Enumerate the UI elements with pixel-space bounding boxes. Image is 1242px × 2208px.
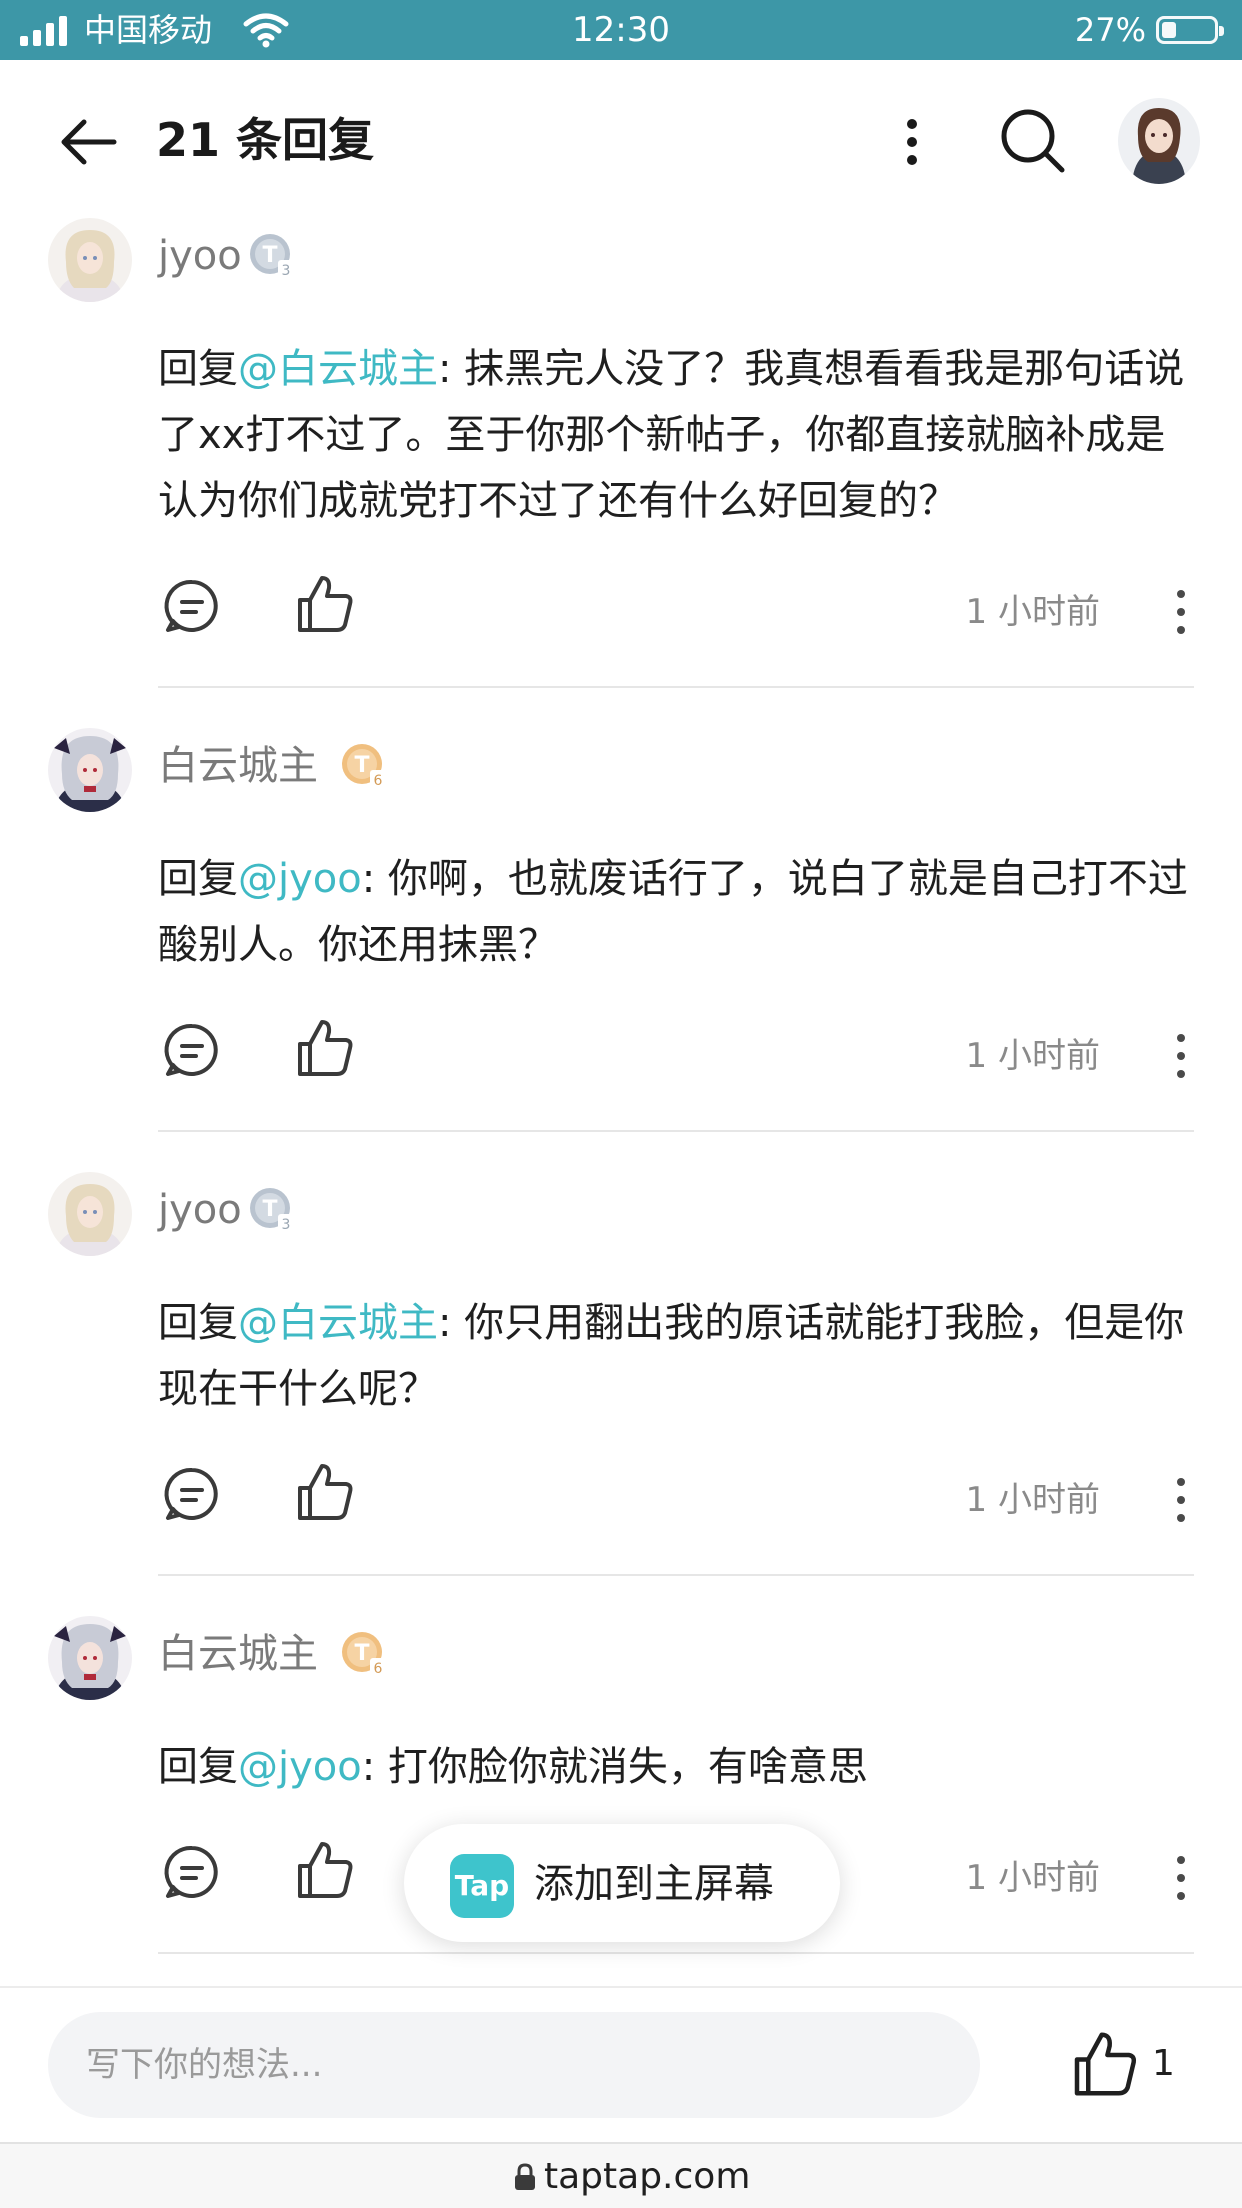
more-vertical-icon[interactable]: [890, 110, 934, 174]
svg-text:3: 3: [282, 263, 291, 279]
mention-link[interactable]: @白云城主: [238, 1300, 438, 1346]
battery-icon: [1156, 16, 1224, 44]
comment-text: 回复@白云城主: 你只用翻出我的原话就能打我脸，但是你现在干什么呢？: [158, 1300, 1185, 1412]
like-icon[interactable]: [292, 1016, 356, 1080]
more-vertical-icon[interactable]: [1166, 1472, 1196, 1528]
url-text: taptap.com: [544, 2156, 751, 2197]
level-badge-icon: T 6: [342, 744, 386, 789]
timestamp: 1 小时前: [965, 592, 1100, 632]
username[interactable]: jyoo: [158, 1182, 242, 1238]
username[interactable]: 白云城主: [158, 1626, 318, 1682]
mention-link[interactable]: @白云城主: [238, 346, 438, 392]
comment-text: 回复@白云城主: 抹黑完人没了？我真想看看我是那句话说了xx打不过了。至于你那个…: [158, 346, 1185, 524]
reply-icon[interactable]: [162, 576, 222, 636]
svg-text:6: 6: [374, 773, 383, 789]
page-header: 21 条回复: [0, 60, 1242, 220]
status-bar: 中国移动 12:30 27%: [0, 0, 1242, 60]
battery-percentage: 27%: [1074, 11, 1146, 49]
divider: [158, 1574, 1194, 1576]
more-vertical-icon[interactable]: [1166, 1028, 1196, 1084]
comment-composer: 1: [0, 1986, 1242, 2142]
username[interactable]: jyoo: [158, 228, 242, 284]
more-vertical-icon[interactable]: [1166, 584, 1196, 640]
comment-text: 回复@jyoo: 打你脸你就消失，有啥意思: [158, 1744, 868, 1790]
browser-url-bar[interactable]: taptap.com: [0, 2142, 1242, 2208]
clock: 12:30: [572, 10, 670, 50]
like-icon[interactable]: [1068, 2028, 1140, 2100]
avatar[interactable]: [48, 1172, 132, 1256]
svg-text:T: T: [354, 753, 369, 778]
reply-icon[interactable]: [162, 1464, 222, 1524]
lock-icon: [515, 2163, 535, 2190]
battery-fill: [1162, 22, 1176, 38]
like-icon[interactable]: [292, 572, 356, 636]
level-badge-icon: T 3: [250, 234, 294, 279]
add-to-home-screen-button[interactable]: Tap 添加到主屏幕: [404, 1824, 840, 1942]
mention-link[interactable]: @jyoo: [238, 1744, 362, 1790]
timestamp: 1 小时前: [965, 1858, 1100, 1898]
svg-text:T: T: [354, 1641, 369, 1666]
svg-text:3: 3: [282, 1217, 291, 1233]
search-icon[interactable]: [996, 104, 1068, 176]
level-badge-icon: T 6: [342, 1632, 386, 1677]
page-title: 21 条回复: [156, 113, 375, 167]
like-count: 1: [1152, 2043, 1175, 2084]
divider: [158, 1952, 1194, 1954]
mention-link[interactable]: @jyoo: [238, 856, 362, 902]
divider: [158, 1130, 1194, 1132]
add-to-home-screen-label: 添加到主屏幕: [534, 1861, 774, 1907]
avatar[interactable]: [48, 728, 132, 812]
like-icon[interactable]: [292, 1460, 356, 1524]
comment-text: 回复@jyoo: 你啊，也就废话行了，说白了就是自己打不过酸别人。你还用抹黑？: [158, 856, 1188, 968]
comment-input[interactable]: [48, 2012, 980, 2118]
more-vertical-icon[interactable]: [1166, 1850, 1196, 1906]
taptap-logo-icon: Tap: [450, 1854, 514, 1918]
avatar[interactable]: [48, 1616, 132, 1700]
reply-icon[interactable]: [162, 1842, 222, 1902]
back-arrow-icon[interactable]: [56, 110, 120, 174]
avatar[interactable]: [48, 218, 132, 302]
like-icon[interactable]: [292, 1838, 356, 1902]
timestamp: 1 小时前: [965, 1480, 1100, 1520]
svg-text:T: T: [262, 243, 277, 268]
svg-text:T: T: [262, 1197, 277, 1222]
reply-icon[interactable]: [162, 1020, 222, 1080]
divider: [158, 686, 1194, 688]
username[interactable]: 白云城主: [158, 738, 318, 794]
user-avatar[interactable]: [1118, 98, 1200, 184]
level-badge-icon: T 3: [250, 1188, 294, 1233]
svg-text:6: 6: [374, 1661, 383, 1677]
timestamp: 1 小时前: [965, 1036, 1100, 1076]
